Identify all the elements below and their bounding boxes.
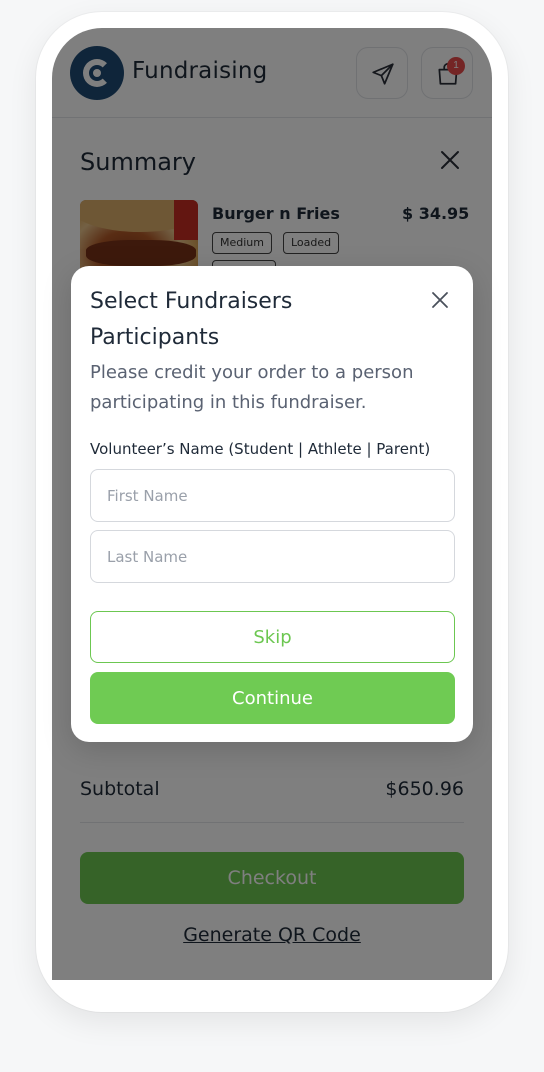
first-name-input[interactable] [90, 469, 455, 522]
skip-button[interactable]: Skip [90, 611, 455, 663]
fundraiser-participant-modal: Select Fundraisers Participants Please c… [71, 266, 473, 742]
last-name-input[interactable] [90, 530, 455, 583]
close-icon[interactable] [426, 286, 454, 314]
continue-button[interactable]: Continue [90, 672, 455, 724]
modal-title: Select Fundraisers Participants [90, 289, 293, 350]
volunteer-name-label: Volunteer’s Name (Student | Athlete | Pa… [90, 440, 431, 458]
modal-description: Please credit your order to a person par… [90, 362, 414, 413]
